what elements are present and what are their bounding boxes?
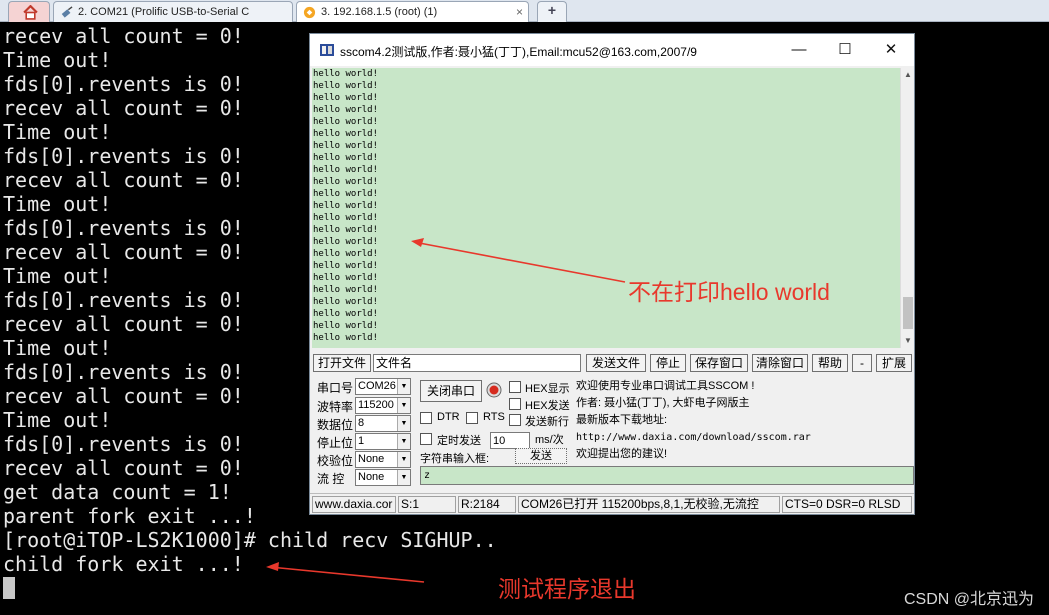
- watermark: CSDN @北京迅为: [903, 591, 1034, 608]
- arrow-line-hello: [413, 241, 626, 283]
- arrowhead-hello: [411, 238, 424, 247]
- annotation-hello: 不在打印hello world: [628, 279, 830, 305]
- arrowhead-exit: [266, 562, 279, 571]
- annotation-exit: 测试程序退出: [498, 576, 636, 602]
- annotation-arrows: [266, 238, 626, 583]
- arrow-line-exit: [269, 566, 425, 583]
